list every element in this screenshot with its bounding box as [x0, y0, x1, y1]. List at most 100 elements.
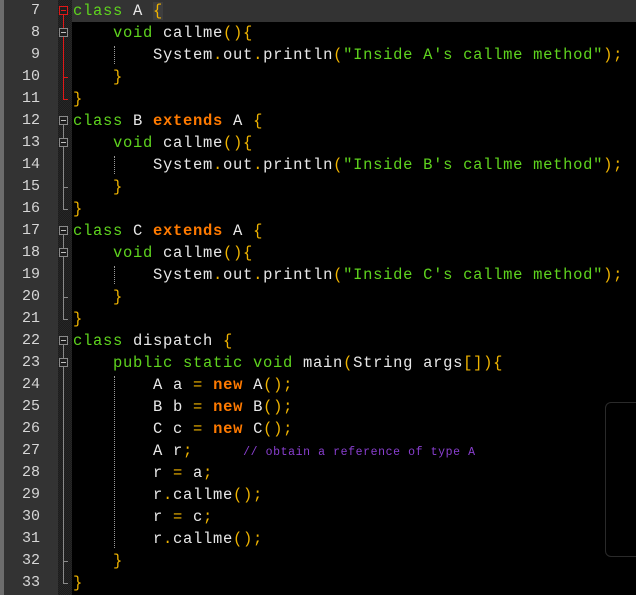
code-line[interactable]: 23 public static void main(String args[]…: [0, 352, 636, 374]
code-line[interactable]: 18 void callme(){: [0, 242, 636, 264]
code-line[interactable]: 17 class C extends A {: [0, 220, 636, 242]
code-token: "Inside C's callme method": [343, 266, 604, 284]
code-token: B b: [73, 398, 194, 416]
fold-toggle-icon[interactable]: [59, 6, 68, 15]
fold-toggle-icon[interactable]: [59, 248, 68, 257]
code-token: .: [253, 156, 264, 174]
indent-guide: [114, 376, 115, 548]
line-number: 14: [21, 156, 40, 173]
code-token: dispatch: [123, 332, 224, 350]
code-line[interactable]: 25 B b = new B();: [0, 396, 636, 418]
code-token: ();: [263, 398, 294, 416]
code-token: ();: [263, 376, 294, 394]
line-number: 33: [21, 574, 40, 591]
code-line[interactable]: 19 System.out.println("Inside C's callme…: [0, 264, 636, 286]
code-token: (: [343, 354, 354, 372]
code-text: A r; // obtain a reference of type A: [73, 440, 476, 462]
code-line[interactable]: 30 r = c;: [0, 506, 636, 528]
code-token: String args: [353, 354, 464, 372]
code-text: public static void main(String args[]){: [73, 352, 503, 374]
code-line[interactable]: 20 }: [0, 286, 636, 308]
fold-toggle-icon[interactable]: [59, 28, 68, 37]
code-token: }: [73, 200, 84, 218]
code-token: callme: [173, 486, 234, 504]
code-line[interactable]: 15 }: [0, 176, 636, 198]
code-token: B: [243, 398, 264, 416]
code-token: {: [153, 2, 164, 20]
code-line[interactable]: 29 r.callme();: [0, 484, 636, 506]
code-token: callme: [153, 24, 224, 42]
minimap-panel[interactable]: [605, 402, 636, 557]
code-line[interactable]: 28 r = a;: [0, 462, 636, 484]
code-token: r: [73, 464, 174, 482]
code-line[interactable]: 16}: [0, 198, 636, 220]
line-number: 22: [21, 332, 40, 349]
code-line[interactable]: 21}: [0, 308, 636, 330]
fold-toggle-icon[interactable]: [59, 358, 68, 367]
code-text: void callme(){: [73, 242, 253, 264]
code-token: .: [213, 266, 224, 284]
code-line[interactable]: 14 System.out.println("Inside B's callme…: [0, 154, 636, 176]
line-number: 16: [21, 200, 40, 217]
fold-end-marker: [63, 583, 68, 584]
fold-toggle-icon[interactable]: [59, 116, 68, 125]
code-line[interactable]: 10 }: [0, 66, 636, 88]
code-token: =: [193, 376, 204, 394]
code-line[interactable]: 27 A r; // obtain a reference of type A: [0, 440, 636, 462]
fold-end-marker: [63, 319, 68, 320]
code-token: System: [73, 46, 214, 64]
code-token: new: [213, 376, 244, 394]
code-text: r.callme();: [73, 484, 263, 506]
code-text: B b = new B();: [73, 396, 293, 418]
fold-toggle-icon[interactable]: [59, 138, 68, 147]
code-token: A: [223, 112, 254, 130]
code-line[interactable]: 12 class B extends A {: [0, 110, 636, 132]
code-line[interactable]: 32 }: [0, 550, 636, 572]
line-number: 7: [30, 2, 40, 19]
code-token: C: [123, 222, 154, 240]
code-line[interactable]: 13 void callme(){: [0, 132, 636, 154]
code-text: System.out.println("Inside B's callme me…: [73, 154, 623, 176]
line-number: 21: [21, 310, 40, 327]
code-line[interactable]: 7 class A {: [0, 0, 636, 22]
code-token: {: [253, 222, 264, 240]
code-line[interactable]: 33}: [0, 572, 636, 594]
code-line[interactable]: 22 class dispatch {: [0, 330, 636, 352]
line-number: 30: [21, 508, 40, 525]
code-text: C c = new C();: [73, 418, 293, 440]
line-number: 32: [21, 552, 40, 569]
code-line[interactable]: 31 r.callme();: [0, 528, 636, 550]
fold-toggle-icon[interactable]: [59, 226, 68, 235]
code-token: println: [263, 46, 334, 64]
code-line[interactable]: 26 C c = new C();: [0, 418, 636, 440]
code-text: void callme(){: [73, 22, 253, 44]
code-line[interactable]: 11}: [0, 88, 636, 110]
code-token: );: [603, 46, 624, 64]
code-token: a: [183, 464, 204, 482]
code-token: main: [293, 354, 344, 372]
code-line[interactable]: 24 A a = new A();: [0, 374, 636, 396]
code-token: class: [73, 222, 124, 240]
fold-toggle-icon[interactable]: [59, 336, 68, 345]
code-editor[interactable]: 7 class A {8 void callme(){9 System.out.p…: [0, 0, 636, 595]
line-number: 26: [21, 420, 40, 437]
code-text: }: [73, 308, 83, 330]
code-line[interactable]: 8 void callme(){: [0, 22, 636, 44]
code-token: "Inside A's callme method": [343, 46, 604, 64]
code-token: C c: [73, 420, 194, 438]
line-number: 8: [30, 24, 40, 41]
code-line[interactable]: 9 System.out.println("Inside A's callme …: [0, 44, 636, 66]
code-token: .: [163, 530, 174, 548]
code-token: A: [223, 222, 254, 240]
code-token: }: [113, 552, 124, 570]
line-number: 23: [21, 354, 40, 371]
fold-end-marker: [63, 99, 68, 100]
code-token: ;: [203, 464, 214, 482]
line-number: 25: [21, 398, 40, 415]
